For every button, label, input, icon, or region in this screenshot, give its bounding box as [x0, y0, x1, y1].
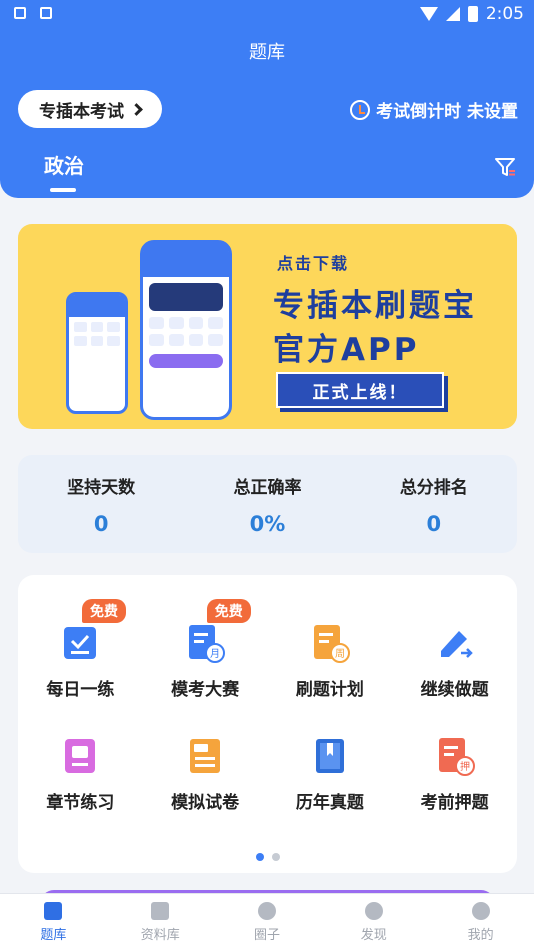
text-notification-icon [40, 7, 52, 19]
free-badge: 免费 [206, 599, 251, 623]
nav-discover[interactable]: 发现 [320, 894, 427, 950]
bottom-nav: 题库 资料库 圈子 发现 我的 [0, 893, 534, 950]
chapter-practice-button[interactable]: 章节练习 [18, 736, 143, 813]
wifi-icon [419, 7, 438, 21]
chapter-icon [65, 739, 96, 773]
countdown-label: 考试倒计时 未设置 [376, 102, 518, 122]
page-dot[interactable] [271, 853, 280, 861]
chevron-right-icon [130, 102, 143, 116]
banner-headline: 专插本刷题宝 [273, 288, 477, 324]
daily-practice-button[interactable]: 免费 每日一练 [18, 599, 143, 700]
tab-politics[interactable]: 政治 [44, 150, 84, 179]
filter-icon[interactable] [494, 156, 516, 178]
header: 2:05 题库 专插本考试 考试倒计时 未设置 政治 [0, 0, 534, 198]
nav-circle[interactable]: 圈子 [214, 894, 321, 950]
tab-indicator [50, 188, 76, 192]
continue-practice-button[interactable]: 继续做题 [392, 623, 517, 700]
svg-text:周: 周 [335, 648, 345, 660]
function-label: 每日一练 [46, 680, 115, 700]
function-label: 模考大赛 [171, 680, 240, 700]
banner-download-text: 点击下载 [277, 254, 350, 273]
function-label: 继续做题 [420, 680, 489, 700]
function-label: 模拟试卷 [171, 793, 240, 813]
stat-persist-days: 坚持天数 0 [18, 455, 184, 553]
status-bar: 2:05 [0, 0, 534, 30]
stat-label: 总正确率 [233, 478, 302, 498]
nav-label: 我的 [467, 927, 494, 943]
notification-icons [14, 7, 52, 19]
page-title: 题库 [249, 42, 285, 63]
app-notification-icon [14, 7, 26, 19]
stat-rank: 总分排名 0 [351, 455, 517, 553]
past-papers-icon [315, 739, 344, 773]
book-icon [44, 901, 63, 920]
svg-text:押: 押 [460, 760, 470, 773]
mock-paper-icon [190, 739, 221, 773]
system-icons: 2:05 [419, 4, 524, 24]
function-panel: 免费 每日一练 免费 月 模考大赛 周 刷题计划 继续做题 章节练习 模拟试卷 … [18, 575, 517, 873]
study-plan-button[interactable]: 周 刷题计划 [268, 623, 393, 700]
past-papers-button[interactable]: 历年真题 [268, 736, 393, 813]
continue-icon [440, 631, 473, 658]
promo-banner[interactable]: 点击下载 专插本刷题宝 官方APP 正式上线！ [18, 224, 517, 429]
study-plan-icon: 周 [313, 625, 350, 663]
nav-label: 资料库 [140, 927, 180, 943]
nav-materials[interactable]: 资料库 [107, 894, 214, 950]
stat-label: 总分排名 [399, 478, 468, 498]
nav-question-bank[interactable]: 题库 [0, 894, 107, 950]
mock-contest-button[interactable]: 免费 月 模考大赛 [143, 599, 268, 700]
predict-icon: 押 [438, 738, 475, 776]
alarm-clock-icon [350, 99, 371, 120]
aperture-icon [257, 901, 276, 920]
free-badge: 免费 [82, 599, 126, 623]
stat-label: 坚持天数 [67, 478, 136, 498]
exam-countdown-button[interactable]: 考试倒计时 未设置 [350, 97, 518, 122]
nav-label: 圈子 [253, 927, 280, 943]
svg-text:月: 月 [210, 648, 220, 660]
stat-value: 0 [93, 512, 109, 536]
stat-value: 0 [426, 512, 442, 536]
mock-contest-icon: 月 [189, 625, 226, 663]
predict-questions-button[interactable]: 押 考前押题 [392, 736, 517, 813]
function-label: 考前押题 [420, 793, 489, 813]
nav-label: 发现 [360, 927, 387, 943]
stat-accuracy: 总正确率 0% [184, 455, 350, 553]
compass-icon [364, 901, 383, 920]
user-icon [471, 901, 490, 920]
exam-selector-label: 专插本考试 [39, 101, 124, 122]
banner-launch-badge: 正式上线！ [276, 372, 444, 408]
nav-label: 题库 [40, 927, 67, 943]
page-dot-active[interactable] [255, 853, 264, 861]
phone-illustration-large [140, 240, 232, 420]
mock-paper-button[interactable]: 模拟试卷 [143, 736, 268, 813]
document-icon [151, 901, 170, 920]
nav-profile[interactable]: 我的 [427, 894, 534, 950]
exam-selector-button[interactable]: 专插本考试 [18, 90, 162, 128]
clock-time: 2:05 [485, 4, 524, 24]
stat-value: 0% [249, 512, 286, 536]
function-label: 刷题计划 [295, 680, 364, 700]
signal-icon [445, 7, 460, 21]
phone-illustration-small [66, 292, 128, 414]
stats-panel: 坚持天数 0 总正确率 0% 总分排名 0 [18, 455, 517, 553]
battery-icon [467, 6, 478, 22]
banner-subheadline: 官方APP [273, 332, 420, 368]
function-label: 章节练习 [46, 793, 115, 813]
function-label: 历年真题 [295, 793, 364, 813]
page-indicator [18, 853, 517, 861]
daily-practice-icon [64, 627, 97, 659]
